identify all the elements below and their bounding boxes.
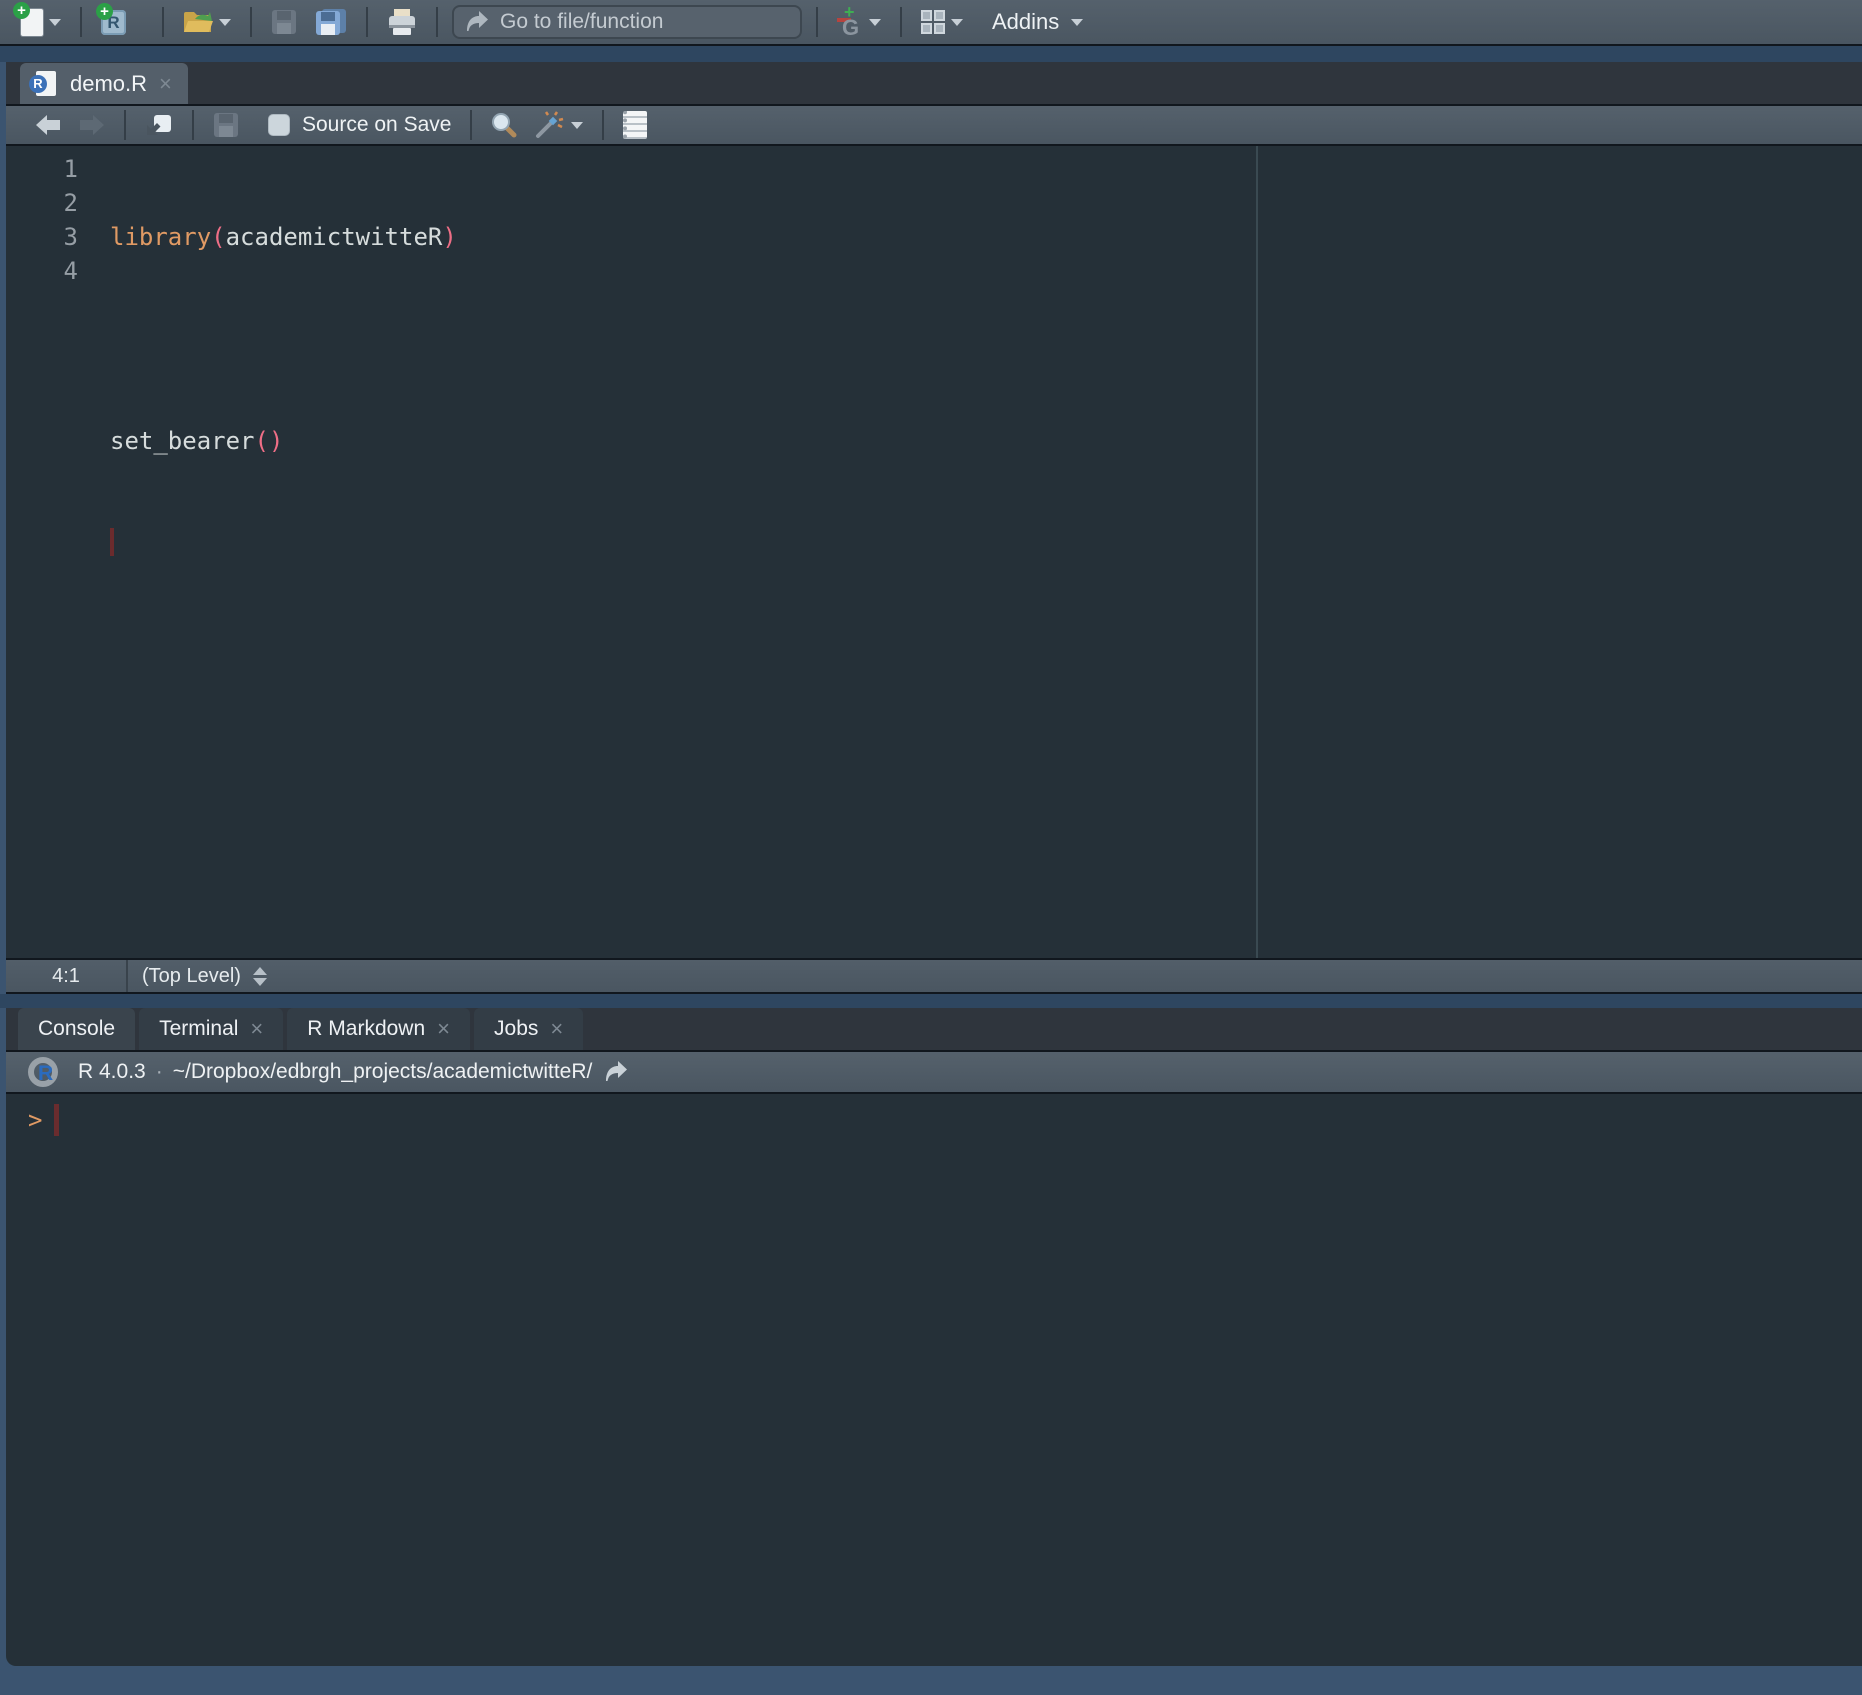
toolbar-divider <box>900 7 902 37</box>
notebook-icon <box>623 111 647 139</box>
r-version-label: R 4.0.3 <box>78 1060 146 1084</box>
goto-directory-arrow-icon[interactable] <box>602 1060 630 1084</box>
toolbar-divider <box>192 110 194 140</box>
close-icon[interactable]: × <box>159 71 172 97</box>
save-icon <box>271 9 297 35</box>
magnifier-icon <box>491 112 517 138</box>
source-tab-bar: R demo.R × <box>6 62 1862 106</box>
tab-demo-r[interactable]: R demo.R × <box>20 63 188 104</box>
code-line-1: library(academictwitteR) <box>110 220 457 254</box>
toolbar-divider <box>162 7 164 37</box>
scope-selector[interactable]: (Top Level) <box>142 965 267 988</box>
source-on-save-label: Source on Save <box>302 113 451 137</box>
code-line-3: set_bearer() <box>110 424 457 458</box>
console-cursor <box>54 1104 59 1136</box>
addins-caret[interactable] <box>1071 19 1083 26</box>
pane-separator <box>0 46 1862 62</box>
pane-layout-icon <box>921 10 945 34</box>
close-icon[interactable]: × <box>250 1016 263 1042</box>
cursor-position: 4:1 <box>6 960 128 992</box>
save-icon <box>213 112 239 138</box>
new-file-icon: + <box>21 9 43 36</box>
line-number-gutter: 1 2 3 4 <box>6 152 78 288</box>
code-area[interactable]: library(academictwitteR) set_bearer() <box>110 152 457 628</box>
r-logo-icon: R <box>28 1056 62 1088</box>
save-source-button[interactable] <box>207 105 245 145</box>
open-file-icon <box>183 10 213 34</box>
console-prompt: > <box>28 1106 42 1134</box>
open-dropdown-caret[interactable] <box>219 19 231 26</box>
source-editor[interactable]: 1 2 3 4 library(academictwitteR) set_bea… <box>6 146 1862 960</box>
toolbar-divider <box>436 7 438 37</box>
close-icon[interactable]: × <box>437 1016 450 1042</box>
separator-dot: · <box>156 1060 163 1084</box>
close-icon[interactable]: × <box>550 1016 563 1042</box>
toolbar-divider <box>124 110 126 140</box>
tab-r-markdown[interactable]: R Markdown × <box>287 1008 470 1050</box>
new-file-button[interactable]: + <box>15 2 67 42</box>
back-arrow-icon <box>35 114 61 136</box>
goto-arrow-icon <box>464 10 490 34</box>
pane-layout-caret[interactable] <box>951 19 963 26</box>
find-replace-button[interactable] <box>485 105 523 145</box>
tab-label: demo.R <box>70 71 147 97</box>
compile-report-button[interactable] <box>617 105 653 145</box>
code-line-4 <box>110 526 457 560</box>
line-number: 1 <box>6 152 78 186</box>
toolbar-divider <box>470 110 472 140</box>
print-icon <box>387 8 417 36</box>
toolbar-divider <box>366 7 368 37</box>
scope-spinner-icon[interactable] <box>253 967 267 986</box>
code-line-2 <box>110 322 457 356</box>
tab-console[interactable]: Console <box>18 1008 135 1050</box>
pane-separator <box>0 994 1862 1008</box>
r-file-icon: R <box>36 71 56 96</box>
save-all-button[interactable] <box>309 2 353 42</box>
line-number: 2 <box>6 186 78 220</box>
source-on-save-toggle[interactable]: Source on Save <box>262 105 457 145</box>
tab-terminal[interactable]: Terminal × <box>139 1008 283 1050</box>
toolbar-divider <box>816 7 818 37</box>
forward-arrow-icon <box>79 114 105 136</box>
toolbar-divider <box>602 110 604 140</box>
new-project-button[interactable]: R + <box>95 2 149 42</box>
console-header: R R 4.0.3 · ~/Dropbox/edbrgh_projects/ac… <box>6 1052 1862 1094</box>
goto-file-box[interactable] <box>452 5 802 39</box>
open-in-new-window-button[interactable] <box>139 105 179 145</box>
tab-jobs[interactable]: Jobs × <box>474 1008 583 1050</box>
version-control-button[interactable]: + G <box>831 2 887 42</box>
console-tab-bar: Console Terminal × R Markdown × Jobs × <box>6 1008 1862 1052</box>
source-on-save-checkbox[interactable] <box>268 114 290 136</box>
open-file-button[interactable] <box>177 2 237 42</box>
addins-label: Addins <box>992 9 1059 35</box>
rstudio-window: + R + <box>0 0 1862 1695</box>
version-control-icon: + G <box>837 6 863 38</box>
forward-button[interactable] <box>73 105 111 145</box>
save-all-icon <box>315 8 347 36</box>
save-button[interactable] <box>265 2 303 42</box>
addins-button[interactable]: Addins <box>986 2 1089 42</box>
new-file-dropdown-caret[interactable] <box>49 19 61 26</box>
main-toolbar: + R + <box>0 0 1862 46</box>
line-number: 3 <box>6 220 78 254</box>
working-directory: ~/Dropbox/edbrgh_projects/academictwitte… <box>173 1060 593 1084</box>
popout-window-icon <box>145 113 173 137</box>
line-number: 4 <box>6 254 78 288</box>
version-control-caret[interactable] <box>869 19 881 26</box>
code-tools-caret[interactable] <box>571 122 583 129</box>
goto-file-input[interactable] <box>500 10 790 34</box>
text-cursor <box>110 528 114 556</box>
magic-wand-icon <box>535 111 565 139</box>
pane-layout-button[interactable] <box>915 2 969 42</box>
console-pane[interactable]: > <box>6 1094 1862 1666</box>
editor-status-bar: 4:1 (Top Level) <box>6 960 1862 994</box>
print-button[interactable] <box>381 2 423 42</box>
print-margin-line <box>1256 146 1258 958</box>
editor-toolbar: Source on Save <box>6 106 1862 146</box>
code-tools-button[interactable] <box>529 105 589 145</box>
toolbar-divider <box>250 7 252 37</box>
back-button[interactable] <box>29 105 67 145</box>
toolbar-divider <box>80 7 82 37</box>
